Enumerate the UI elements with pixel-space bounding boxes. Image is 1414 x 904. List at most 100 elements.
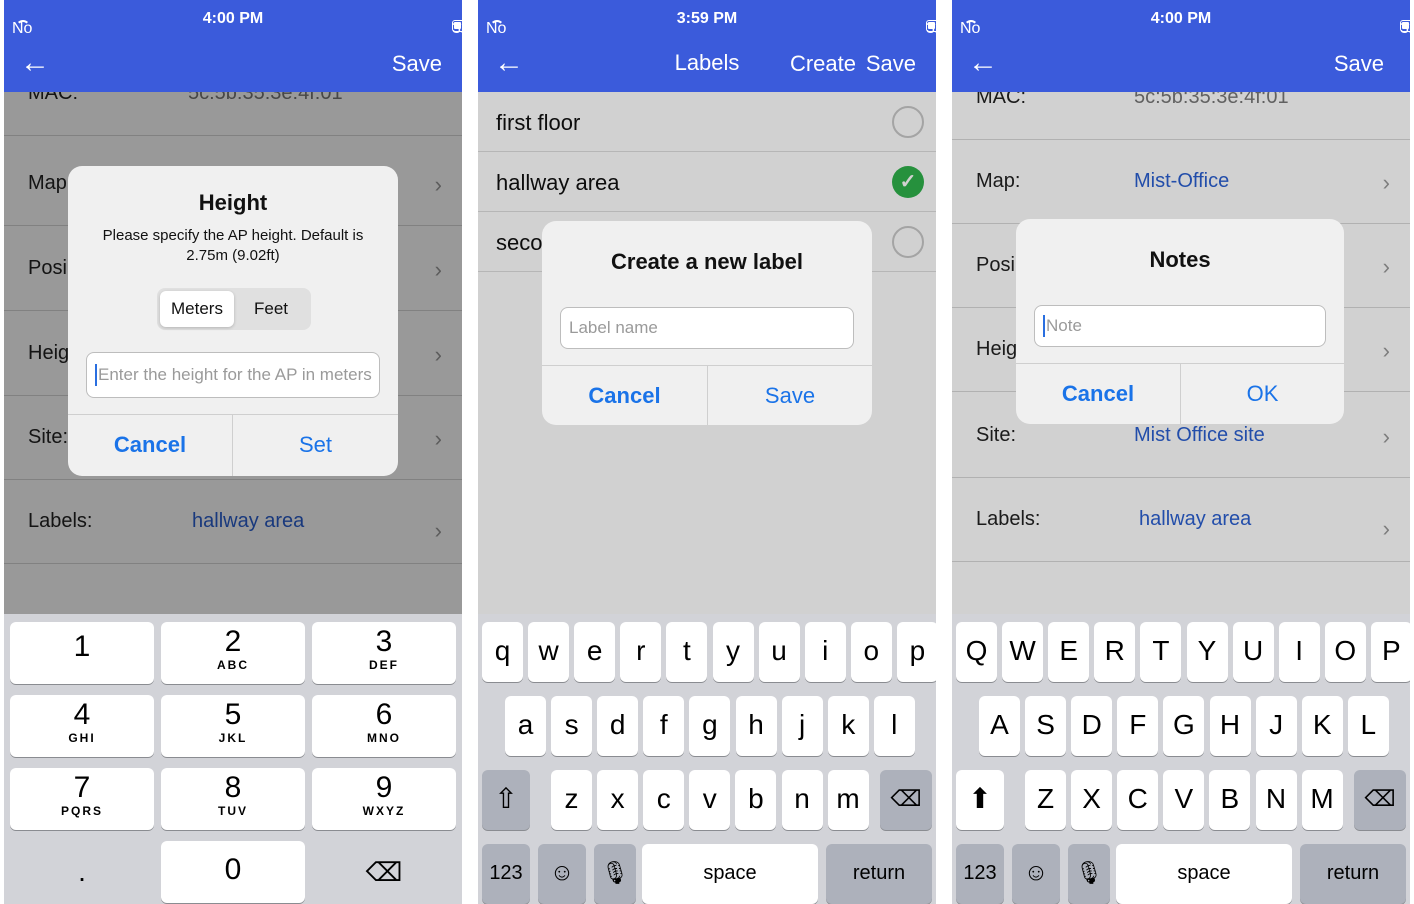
height-input[interactable]: Enter the height for the AP in meters	[86, 352, 380, 398]
key-x[interactable]: x	[597, 770, 639, 830]
ok-button[interactable]: OK	[1181, 381, 1344, 407]
return-key[interactable]: return	[826, 844, 932, 904]
key-a[interactable]: a	[505, 696, 546, 756]
key-y[interactable]: y	[712, 622, 754, 682]
key-dot[interactable]: .	[10, 841, 154, 903]
key-o[interactable]: o	[850, 622, 892, 682]
key-1[interactable]: 1	[10, 622, 154, 684]
key-n[interactable]: n	[781, 770, 823, 830]
numbers-key[interactable]: 123	[956, 844, 1004, 904]
key-c[interactable]: c	[643, 770, 685, 830]
key-b[interactable]: b	[735, 770, 777, 830]
segment-feet[interactable]: Feet	[234, 291, 308, 327]
key-7[interactable]: 7 PQRS	[10, 768, 154, 830]
key-i[interactable]: I	[1278, 622, 1320, 682]
key-digit: 8	[224, 771, 242, 804]
key-w[interactable]: W	[1002, 622, 1044, 682]
dialog-title: Height	[198, 190, 268, 215]
key-l[interactable]: l	[873, 696, 915, 756]
save-button[interactable]: Save	[1334, 51, 1384, 77]
set-button[interactable]: Set	[233, 432, 398, 458]
shift-icon[interactable]: ⬆	[956, 770, 1004, 830]
key-w[interactable]: w	[528, 622, 570, 682]
battery-icon	[452, 20, 462, 32]
key-q[interactable]: Q	[956, 622, 997, 682]
key-m[interactable]: m	[827, 770, 869, 830]
save-button[interactable]: Save	[392, 51, 442, 77]
space-key[interactable]: space	[1116, 844, 1292, 904]
space-key[interactable]: space	[642, 844, 818, 904]
key-b[interactable]: B	[1209, 770, 1251, 830]
key-2[interactable]: 2 ABC	[161, 622, 305, 684]
backspace-icon[interactable]: ⌫	[880, 770, 932, 830]
key-d[interactable]: D	[1071, 696, 1113, 756]
key-z[interactable]: Z	[1025, 770, 1066, 830]
key-r[interactable]: r	[620, 622, 662, 682]
return-key[interactable]: return	[1300, 844, 1406, 904]
key-d[interactable]: d	[597, 696, 639, 756]
key-3[interactable]: 3 DEF	[312, 622, 456, 684]
save-label-button[interactable]: Save	[708, 383, 872, 409]
key-z[interactable]: z	[551, 770, 592, 830]
key-l[interactable]: L	[1347, 696, 1389, 756]
notes-dialog-screen: No Service 4:00 PM 32% ← Save MAC: 5c:5b…	[952, 0, 1410, 904]
key-s[interactable]: s	[551, 696, 593, 756]
note-input[interactable]: Note	[1034, 305, 1326, 347]
key-8[interactable]: 8 TUV	[161, 768, 305, 830]
shift-icon[interactable]: ⇧	[482, 770, 530, 830]
create-button[interactable]: Create	[790, 51, 856, 77]
key-s[interactable]: S	[1025, 696, 1067, 756]
key-k[interactable]: k	[827, 696, 869, 756]
key-q[interactable]: q	[482, 622, 523, 682]
key-u[interactable]: u	[758, 622, 800, 682]
key-j[interactable]: j	[781, 696, 823, 756]
key-a[interactable]: A	[979, 696, 1020, 756]
segment-meters[interactable]: Meters	[160, 291, 234, 327]
key-h[interactable]: H	[1209, 696, 1251, 756]
text-cursor	[95, 364, 97, 386]
key-y[interactable]: Y	[1186, 622, 1228, 682]
key-h[interactable]: h	[735, 696, 777, 756]
key-p[interactable]: P	[1370, 622, 1410, 682]
key-j[interactable]: J	[1255, 696, 1297, 756]
key-i[interactable]: i	[804, 622, 846, 682]
key-v[interactable]: v	[689, 770, 731, 830]
key-g[interactable]: g	[689, 696, 731, 756]
key-t[interactable]: t	[666, 622, 708, 682]
numbers-key[interactable]: 123	[482, 844, 530, 904]
backspace-icon[interactable]: ⌫	[1354, 770, 1406, 830]
emoji-icon[interactable]: ☺	[1012, 844, 1060, 904]
key-e[interactable]: E	[1048, 622, 1090, 682]
key-r[interactable]: R	[1094, 622, 1136, 682]
cancel-button[interactable]: Cancel	[542, 383, 707, 409]
key-0[interactable]: 0	[161, 841, 305, 903]
microphone-icon[interactable]: 🎙	[1068, 844, 1110, 904]
key-9[interactable]: 9 WXYZ	[312, 768, 456, 830]
arrow-left-icon[interactable]: ←	[968, 48, 998, 78]
key-4[interactable]: 4 GHI	[10, 695, 154, 757]
emoji-icon[interactable]: ☺	[538, 844, 586, 904]
label-name-input[interactable]: Label name	[560, 307, 854, 349]
backspace-icon[interactable]: ⌫	[312, 841, 456, 903]
key-g[interactable]: G	[1163, 696, 1205, 756]
key-v[interactable]: V	[1163, 770, 1205, 830]
arrow-left-icon[interactable]: ←	[20, 48, 50, 78]
key-f[interactable]: F	[1117, 696, 1159, 756]
key-5[interactable]: 5 JKL	[161, 695, 305, 757]
key-x[interactable]: X	[1071, 770, 1113, 830]
cancel-button[interactable]: Cancel	[1016, 381, 1180, 407]
key-n[interactable]: N	[1255, 770, 1297, 830]
key-k[interactable]: K	[1301, 696, 1343, 756]
save-button[interactable]: Save	[866, 51, 916, 77]
key-c[interactable]: C	[1117, 770, 1159, 830]
key-t[interactable]: T	[1140, 622, 1182, 682]
key-6[interactable]: 6 MNO	[312, 695, 456, 757]
cancel-button[interactable]: Cancel	[68, 432, 232, 458]
key-e[interactable]: e	[574, 622, 616, 682]
key-f[interactable]: f	[643, 696, 685, 756]
key-o[interactable]: O	[1324, 622, 1366, 682]
microphone-icon[interactable]: 🎙	[594, 844, 636, 904]
key-m[interactable]: M	[1301, 770, 1343, 830]
key-u[interactable]: U	[1232, 622, 1274, 682]
key-p[interactable]: p	[896, 622, 936, 682]
